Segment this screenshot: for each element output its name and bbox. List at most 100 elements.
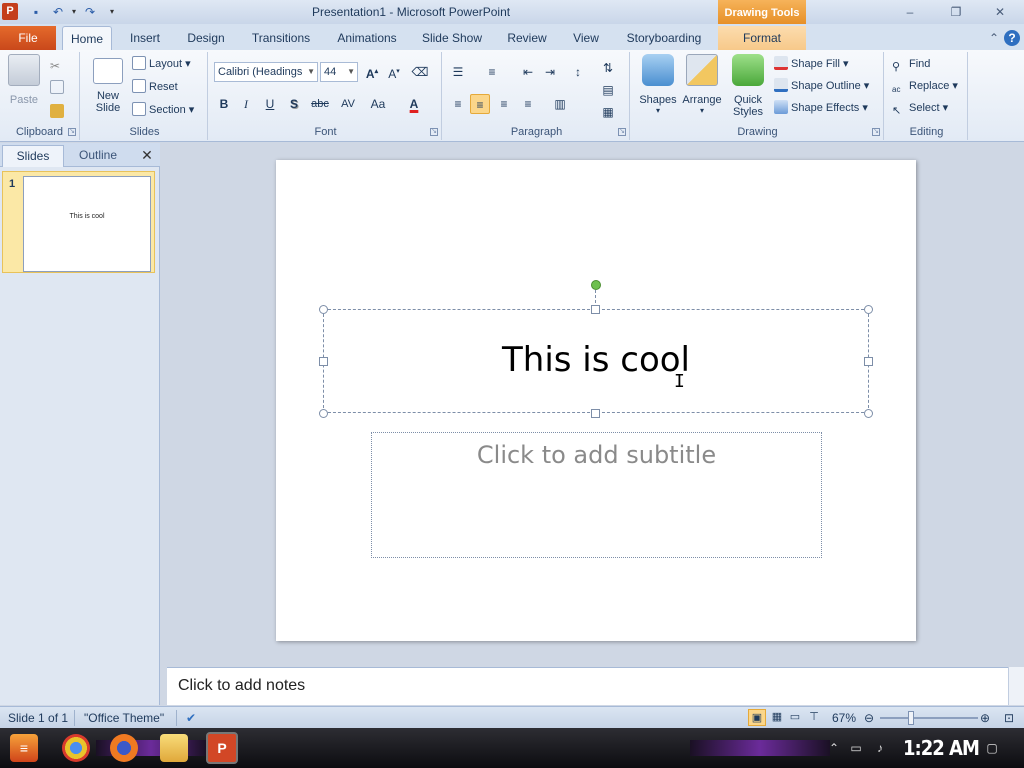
- align-text-icon[interactable]: ▤: [598, 80, 618, 100]
- decrease-indent-icon[interactable]: ⇤: [518, 62, 538, 82]
- text-direction-icon[interactable]: ⇅: [598, 58, 618, 78]
- resize-handle-bottom[interactable]: [591, 409, 600, 418]
- font-launcher-icon[interactable]: ↘: [430, 128, 438, 136]
- character-spacing-button[interactable]: AV: [336, 94, 360, 114]
- shapes-button[interactable]: Shapes ▾: [636, 54, 680, 115]
- powerpoint-app-icon[interactable]: P: [2, 3, 18, 20]
- network-icon[interactable]: ▭: [848, 740, 864, 756]
- restore-icon[interactable]: ❐: [942, 4, 970, 22]
- minimize-icon[interactable]: –: [896, 4, 924, 22]
- italic-button[interactable]: I: [236, 94, 256, 114]
- grow-font-button[interactable]: A▴: [362, 62, 382, 82]
- rotation-handle[interactable]: [591, 280, 601, 290]
- resize-handle-top-right[interactable]: [864, 305, 873, 314]
- line-spacing-icon[interactable]: ↕: [568, 62, 588, 82]
- zoom-in-icon[interactable]: ⊕: [980, 711, 990, 725]
- slide-title[interactable]: This is cool: [324, 340, 868, 380]
- tab-transitions[interactable]: Transitions: [244, 26, 318, 50]
- zoom-out-icon[interactable]: ⊖: [864, 711, 874, 725]
- shape-fill-button[interactable]: Shape Fill ▾: [774, 54, 849, 74]
- quick-styles-button[interactable]: Quick Styles: [726, 54, 770, 118]
- find-button[interactable]: ⚲ Find: [892, 54, 930, 74]
- tab-file[interactable]: File: [0, 26, 56, 50]
- align-right-icon[interactable]: ≡: [494, 94, 514, 114]
- resize-handle-left[interactable]: [319, 357, 328, 366]
- bullets-icon[interactable]: ☰: [448, 62, 468, 82]
- notes-pane[interactable]: Click to add notes: [167, 667, 1008, 705]
- smartart-icon[interactable]: ▦: [598, 102, 618, 122]
- font-size-combo[interactable]: 44 ▼: [320, 62, 358, 82]
- numbering-icon[interactable]: ≡: [482, 62, 502, 82]
- clear-formatting-button[interactable]: ⌫: [410, 62, 430, 82]
- font-name-combo[interactable]: Calibri (Headings ▼: [214, 62, 318, 82]
- select-button[interactable]: ↖ Select ▾: [892, 98, 948, 118]
- drawing-launcher-icon[interactable]: ↘: [872, 128, 880, 136]
- resize-handle-bottom-left[interactable]: [319, 409, 328, 418]
- replace-button[interactable]: ac Replace ▾: [892, 76, 958, 96]
- reading-view-icon[interactable]: ▭: [786, 709, 804, 726]
- chrome-icon[interactable]: [62, 734, 90, 762]
- taskbar-clock[interactable]: 1:22 AM: [903, 736, 980, 760]
- increase-indent-icon[interactable]: ⇥: [540, 62, 560, 82]
- clipboard-launcher-icon[interactable]: ↘: [68, 128, 76, 136]
- normal-view-icon[interactable]: ▣: [748, 709, 766, 726]
- resize-handle-right[interactable]: [864, 357, 873, 366]
- folder-icon[interactable]: [160, 734, 188, 762]
- font-color-button[interactable]: A: [404, 94, 424, 114]
- customize-qat-icon[interactable]: ▾: [104, 4, 120, 20]
- start-button-icon[interactable]: ≡: [10, 734, 38, 762]
- notes-scrollbar[interactable]: [1008, 667, 1024, 705]
- shape-effects-button[interactable]: Shape Effects ▾: [774, 98, 868, 118]
- align-left-icon[interactable]: ≡: [448, 94, 468, 114]
- fit-to-window-icon[interactable]: ⊡: [1004, 711, 1014, 725]
- resize-handle-top-left[interactable]: [319, 305, 328, 314]
- slide-sorter-icon[interactable]: ▦: [768, 709, 786, 726]
- zoom-slider-track[interactable]: [880, 717, 978, 719]
- paste-button[interactable]: Paste: [6, 54, 42, 106]
- columns-icon[interactable]: ▥: [550, 94, 570, 114]
- shape-outline-button[interactable]: Shape Outline ▾: [774, 76, 869, 96]
- arrange-button[interactable]: Arrange ▾: [680, 54, 724, 115]
- undo-icon[interactable]: ↶: [50, 4, 66, 20]
- change-case-button[interactable]: Aa: [366, 94, 390, 114]
- tab-design[interactable]: Design: [178, 26, 234, 50]
- text-shadow-button[interactable]: S: [284, 94, 304, 114]
- save-icon[interactable]: ▪: [28, 4, 44, 20]
- close-pane-icon[interactable]: ✕: [138, 145, 156, 165]
- tab-view[interactable]: View: [566, 26, 606, 50]
- bold-button[interactable]: B: [214, 94, 234, 114]
- volume-icon[interactable]: ♪: [872, 740, 888, 756]
- zoom-slider-thumb[interactable]: [908, 711, 914, 725]
- powerpoint-taskbar-icon[interactable]: P: [206, 732, 238, 764]
- paragraph-launcher-icon[interactable]: ↘: [618, 128, 626, 136]
- tab-slides[interactable]: Slides: [2, 145, 64, 167]
- strikethrough-button[interactable]: abc: [308, 94, 332, 114]
- resize-handle-bottom-right[interactable]: [864, 409, 873, 418]
- copy-button[interactable]: [50, 78, 67, 98]
- tab-review[interactable]: Review: [500, 26, 554, 50]
- tab-insert[interactable]: Insert: [118, 26, 172, 50]
- tab-outline[interactable]: Outline: [66, 145, 130, 167]
- subtitle-placeholder[interactable]: Click to add subtitle: [371, 432, 822, 558]
- reset-button[interactable]: Reset: [132, 77, 178, 97]
- firefox-icon[interactable]: [110, 734, 138, 762]
- shrink-font-button[interactable]: A▾: [384, 62, 404, 82]
- resize-handle-top[interactable]: [591, 305, 600, 314]
- zoom-level[interactable]: 67%: [832, 711, 856, 725]
- tab-storyboarding[interactable]: Storyboarding: [618, 26, 710, 50]
- redo-icon[interactable]: ↷: [82, 4, 98, 20]
- tab-animations[interactable]: Animations: [330, 26, 404, 50]
- format-painter-button[interactable]: [50, 102, 67, 122]
- tab-slideshow[interactable]: Slide Show: [416, 26, 488, 50]
- new-slide-button[interactable]: New Slide: [88, 54, 128, 114]
- justify-icon[interactable]: ≡: [518, 94, 538, 114]
- underline-button[interactable]: U: [260, 94, 280, 114]
- slideshow-view-icon[interactable]: ⊤: [805, 709, 823, 726]
- undo-dropdown-icon[interactable]: ▾: [66, 4, 82, 20]
- minimize-ribbon-icon[interactable]: ⌃: [986, 30, 1002, 46]
- spell-check-icon[interactable]: ✔: [186, 711, 196, 725]
- help-icon[interactable]: ?: [1004, 30, 1020, 46]
- section-button[interactable]: Section ▾: [132, 100, 194, 120]
- cut-button[interactable]: ✂: [50, 54, 67, 74]
- center-icon[interactable]: ≡: [470, 94, 490, 114]
